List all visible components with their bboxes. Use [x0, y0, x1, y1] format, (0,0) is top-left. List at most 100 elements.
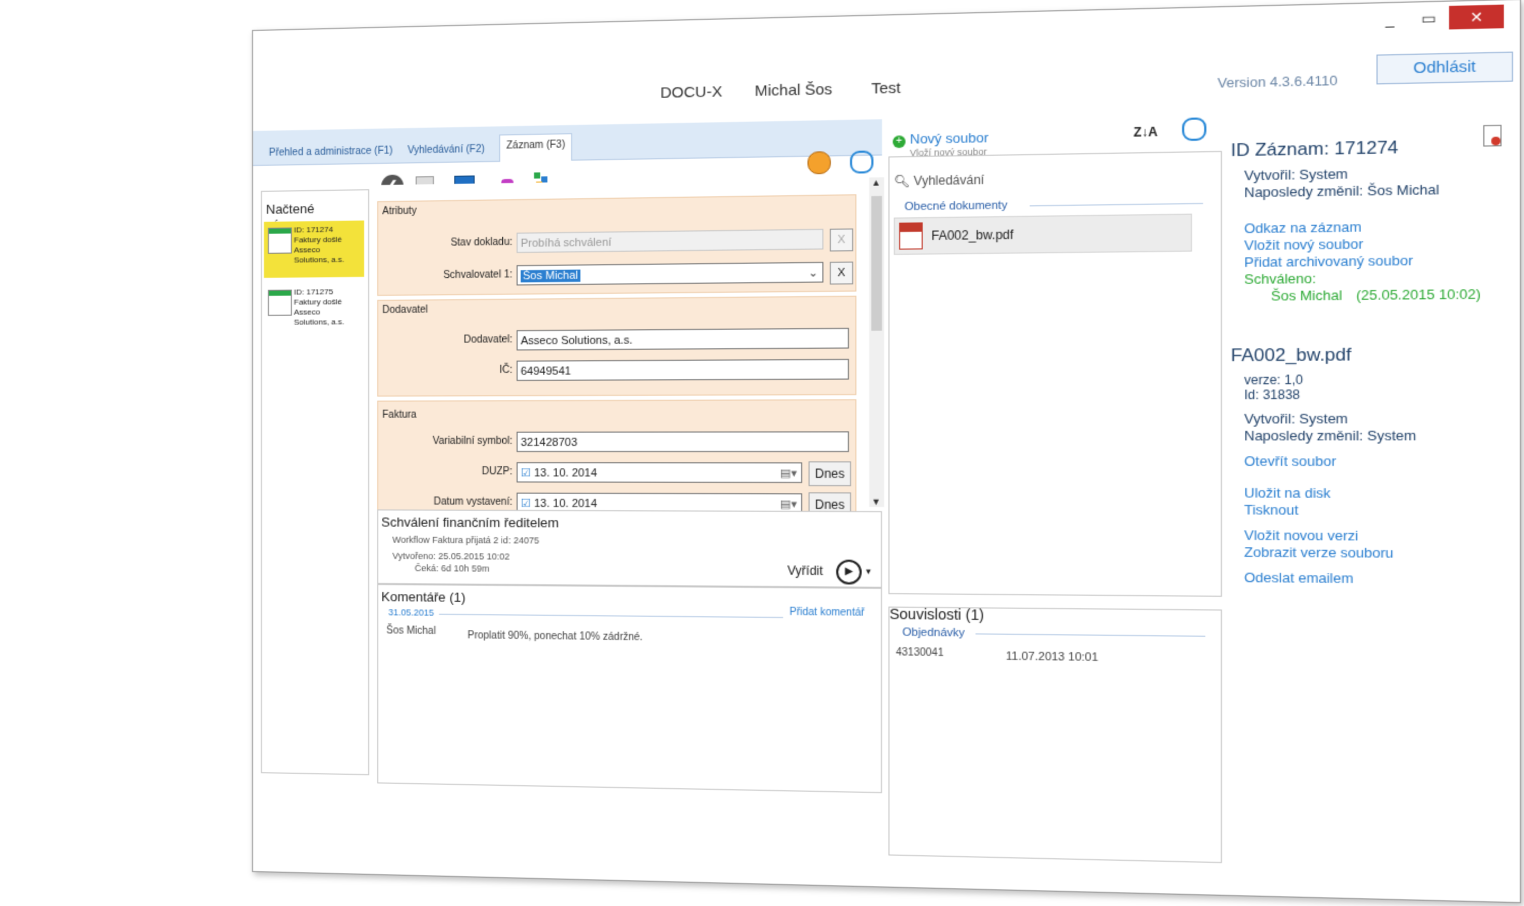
record-title: ID Záznam: 171274: [1230, 137, 1399, 161]
refresh-icon[interactable]: [849, 150, 874, 174]
close-button[interactable]: ✕: [1449, 4, 1504, 30]
duzp-checkbox-icon[interactable]: ☑: [521, 467, 531, 479]
new-file-button[interactable]: Nový soubor: [910, 130, 989, 147]
record-modified: Naposledy změnil: Šos Michal: [1244, 181, 1440, 201]
status-label: Stav dokladu:: [450, 236, 513, 249]
app-window: _ ▭ ✕ DOCU-X Michal Šos Test Version 4.3…: [252, 0, 1522, 904]
comment-date: 31.05.2015: [388, 607, 434, 618]
file-created: Vytvořil: System: [1244, 410, 1348, 427]
comment-divider: [439, 613, 784, 619]
save-to-disk-link[interactable]: Uložit na disk: [1244, 485, 1330, 501]
workflow-created: Vytvořeno: 25.05.2015 10:02: [392, 550, 510, 562]
ic-field[interactable]: 64949541: [516, 358, 849, 381]
open-file-link[interactable]: Otevřít soubor: [1244, 453, 1336, 469]
comments-panel: Komentáře (1) Přidat komentář 31.05.2015…: [377, 583, 883, 794]
tab-record[interactable]: Záznam (F3): [499, 133, 573, 162]
files-panel: 🔍︎ Vyhledávání Obecné dokumenty FA002_bw…: [888, 150, 1222, 597]
record-item[interactable]: ID: 171274 Faktury došlé Asseco Solution…: [263, 220, 365, 278]
record-created: Vytvořil: System: [1244, 165, 1348, 184]
search-icon: 🔍︎: [893, 173, 911, 189]
comments-title: Komentáře (1): [381, 589, 466, 605]
print-link[interactable]: Tisknout: [1244, 502, 1298, 518]
approved-label: Schváleno:: [1244, 270, 1317, 288]
title-bar: _ ▭ ✕ DOCU-X Michal Šos Test Version 4.3…: [252, 0, 1520, 141]
play-icon[interactable]: ▶: [836, 559, 862, 585]
send-email-link[interactable]: Odeslat emailem: [1244, 569, 1353, 586]
approver-clear-button[interactable]: X: [829, 261, 854, 285]
relations-panel: Souvislosti (1) Objednávky 43130041 11.0…: [888, 605, 1222, 864]
status-field: Probíhá schválení: [516, 228, 824, 253]
tab-search[interactable]: Vyhledávání (F2): [401, 139, 490, 163]
supplier-field[interactable]: Asseco Solutions, a.s.: [516, 327, 849, 351]
file-id: Id: 31838: [1244, 387, 1301, 403]
calendar-icon[interactable]: ▤▾: [780, 463, 797, 484]
comment-text: Proplatit 90%, ponechat 10% zádržné.: [467, 630, 643, 644]
document-delete-icon[interactable]: [1483, 124, 1502, 147]
file-version: verze: 1,0: [1244, 372, 1304, 388]
duzp-date-picker[interactable]: ☑ 13. 10. 2014 ▤▾: [516, 462, 803, 484]
record-link[interactable]: Odkaz na záznam: [1244, 219, 1361, 236]
user-name: Michal Šos: [754, 80, 833, 100]
record-company-suffix: Solutions, a.s.: [293, 254, 345, 265]
record-id: ID: 171275: [293, 287, 334, 297]
app-title: DOCU-X: [660, 83, 723, 102]
scroll-up-icon[interactable]: ▲: [871, 177, 881, 188]
invoice-group: Faktura Variabilní symbol: 321428703 DUZ…: [377, 399, 857, 518]
supplier-group: Dodavatel Dodavatel: Asseco Solutions, a…: [377, 295, 857, 397]
scroll-thumb[interactable]: [871, 195, 883, 331]
form-scrollbar[interactable]: ▲ ▼: [869, 177, 885, 507]
issue-date-checkbox-icon[interactable]: ☑: [521, 498, 531, 510]
tab-overview[interactable]: Přehled a administrace (F1): [263, 140, 399, 164]
attributes-title: Atributy: [382, 205, 417, 218]
sort-icon[interactable]: Z↓A: [1134, 125, 1158, 140]
approver-label: Schvalovatel 1:: [443, 269, 513, 282]
approver-select[interactable]: Šos Michal ⌄: [516, 261, 824, 286]
resolve-button[interactable]: Vyřídit: [787, 563, 823, 578]
file-search-input[interactable]: 🔍︎ Vyhledávání: [894, 173, 985, 189]
file-search-placeholder: Vyhledávání: [913, 172, 985, 189]
order-number[interactable]: 43130041: [896, 647, 944, 659]
record-item[interactable]: ID: 171275 Faktury došlé Asseco Solution…: [264, 283, 364, 340]
chevron-down-icon[interactable]: ⌄: [808, 263, 818, 284]
insert-new-file-link[interactable]: Vložit nový soubor: [1244, 236, 1363, 253]
file-row[interactable]: FA002_bw.pdf: [893, 213, 1193, 255]
duzp-label: DUZP:: [481, 466, 513, 478]
show-versions-link[interactable]: Zobrazit verze souboru: [1244, 544, 1393, 561]
pdf-icon: [899, 222, 923, 250]
add-comment-link[interactable]: Přidat komentář: [789, 607, 864, 619]
version-label: Version 4.3.6.4110: [1217, 72, 1338, 91]
record-info-panel: ID Záznam: 171274 Vytvořil: System Napos…: [1231, 124, 1513, 586]
documents-group-title: Obecné dokumenty: [904, 199, 1008, 214]
variable-symbol-label: Variabilní symbol:: [432, 435, 513, 447]
new-version-link[interactable]: Vložit novou verzi: [1244, 527, 1358, 543]
dropdown-arrow-icon[interactable]: ▾: [866, 566, 871, 577]
workflow-line: Workflow Faktura přijatá 2 id: 24075: [392, 534, 540, 546]
workflow-waiting: Čeká: 6d 10h 59m: [414, 563, 490, 574]
issue-date-value: 13. 10. 2014: [533, 497, 598, 511]
loaded-records-panel: Načtené záznamy: ID: 171274 Faktury došl…: [260, 189, 370, 776]
relations-title: Souvislosti (1): [889, 605, 985, 624]
scroll-down-icon[interactable]: ▼: [871, 497, 881, 507]
add-file-icon[interactable]: +: [892, 135, 906, 149]
duzp-value: 13. 10. 2014: [533, 467, 598, 480]
variable-symbol-field[interactable]: 321428703: [516, 431, 849, 453]
status-clear-button: X: [829, 228, 854, 252]
relations-group-title: Objednávky: [902, 626, 965, 640]
workflow-panel: Schválení finančním ředitelem Workflow F…: [377, 509, 883, 588]
file-name: FA002_bw.pdf: [931, 227, 1014, 244]
minimize-button[interactable]: _: [1372, 7, 1408, 31]
maximize-button[interactable]: ▭: [1410, 6, 1446, 30]
refresh-icon[interactable]: [1182, 117, 1207, 142]
history-clock-icon[interactable]: [807, 151, 831, 175]
duzp-today-button[interactable]: Dnes: [808, 461, 852, 487]
add-archived-file-link[interactable]: Přidat archivovaný soubor: [1244, 252, 1413, 270]
relations-divider: [975, 633, 1206, 637]
record-company: Asseco: [293, 307, 321, 317]
environment-name: Test: [871, 79, 901, 98]
supplier-title: Dodavatel: [382, 304, 428, 316]
invoice-icon: [267, 227, 292, 254]
record-type: Faktury došlé: [293, 297, 343, 307]
supplier-label: Dodavatel:: [463, 334, 513, 346]
workflow-title: Schválení finančním ředitelem: [381, 514, 559, 531]
logout-button[interactable]: Odhlásit: [1376, 51, 1514, 85]
